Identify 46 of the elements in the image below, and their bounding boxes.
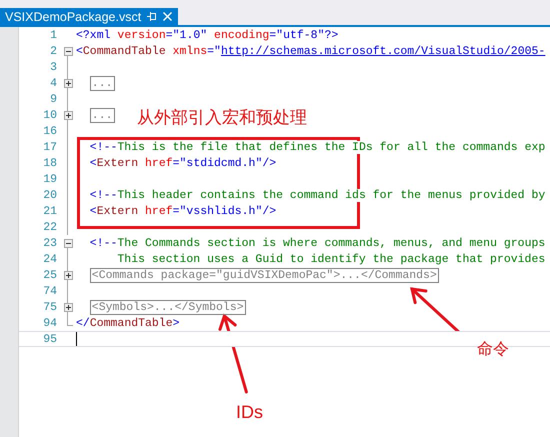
line-number: 25 <box>42 268 57 282</box>
collapse-icon[interactable] <box>64 46 72 56</box>
line-number: 24 <box>42 252 57 266</box>
expand-icon[interactable] <box>64 270 72 280</box>
annotation-label: 从外部引入宏和预处理 <box>137 107 307 129</box>
line-number: 95 <box>42 332 57 346</box>
line-number: 20 <box>42 188 57 202</box>
line-number: 4 <box>49 76 57 90</box>
document-tab[interactable]: VSIXDemoPackage.vsct <box>0 8 178 25</box>
collapsed-region[interactable]: ... <box>90 76 115 90</box>
line-number: 9 <box>49 92 57 106</box>
collapsed-region[interactable]: ... <box>90 108 115 122</box>
annotation-label: 命令 <box>477 339 509 360</box>
line-number: 1 <box>49 28 57 42</box>
line-number: 74 <box>42 284 57 298</box>
line-number: 10 <box>42 108 57 122</box>
text-caret <box>76 332 77 346</box>
line-number: 18 <box>42 156 57 170</box>
code-line: </CommandTable> <box>76 316 180 330</box>
code-comment: <!--This header contains the command ids for the menus provided by <box>90 188 546 202</box>
code-comment: <!--The Commands section is where commands, menus, and menu groups <box>90 236 546 250</box>
collapse-icon[interactable] <box>64 238 72 248</box>
annotation-label: IDs <box>236 402 263 423</box>
line-number: 16 <box>42 124 57 138</box>
line-number: 17 <box>42 140 57 154</box>
line-number: 75 <box>42 300 57 314</box>
pin-icon[interactable] <box>147 12 158 21</box>
line-number: 19 <box>42 172 57 186</box>
expand-icon[interactable] <box>64 110 72 120</box>
expand-icon[interactable] <box>64 78 72 88</box>
code-line: <?xml version="1.0" encoding="utf-8"?> <box>76 28 338 42</box>
line-number: 22 <box>42 220 57 234</box>
line-number: 3 <box>49 60 57 74</box>
line-number: 2 <box>49 44 57 58</box>
code-line: <CommandTable xmlns="http://schemas.microsoft.com/VisualStudio/2005- <box>76 44 546 58</box>
line-number: 23 <box>42 236 57 250</box>
close-icon[interactable] <box>163 12 172 21</box>
collapsed-region[interactable]: <Symbols>...</Symbols> <box>90 300 246 314</box>
code-line: <Extern href="vsshlids.h"/> <box>90 204 276 218</box>
expand-icon[interactable] <box>64 302 72 312</box>
code-line: <Extern href="stdidcmd.h"/> <box>90 156 276 170</box>
collapsed-region[interactable]: <Commands package="guidVSIXDemoPac">...</Commands> <box>90 268 439 282</box>
line-number: 94 <box>42 316 57 330</box>
line-number: 21 <box>42 204 57 218</box>
code-comment: <!--This is the file that defines the IDs for all the commands exp <box>90 140 546 154</box>
code-comment: This section uses a Guid to identify the package that provides <box>117 252 546 266</box>
